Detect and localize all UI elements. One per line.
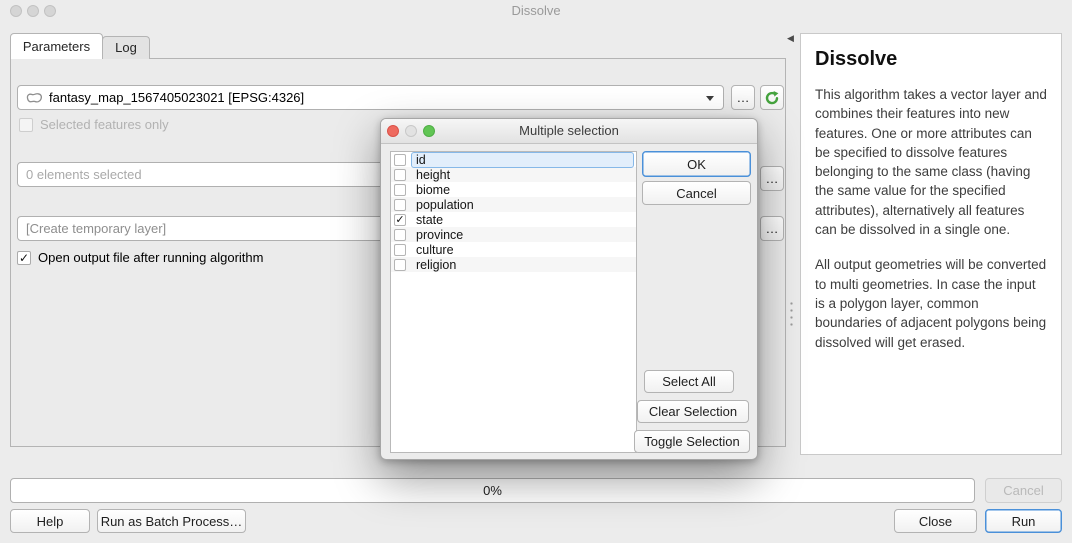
- checkbox-culture[interactable]: [394, 244, 406, 256]
- tab-parameters[interactable]: Parameters: [10, 33, 103, 59]
- input-layer-value: fantasy_map_1567405023021 [EPSG:4326]: [49, 90, 304, 105]
- selected-features-only-checkbox-row[interactable]: Selected features only: [19, 117, 169, 132]
- clear-selection-button[interactable]: Clear Selection: [637, 400, 749, 423]
- checkbox-biome[interactable]: [394, 184, 406, 196]
- list-item-culture[interactable]: culture: [391, 242, 636, 257]
- run-button[interactable]: Run: [985, 509, 1062, 533]
- checkbox-checked[interactable]: ✓: [17, 251, 31, 265]
- algorithm-help-panel: Dissolve This algorithm takes a vector l…: [800, 33, 1062, 455]
- dissolve-fields-placeholder: 0 elements selected: [26, 167, 142, 182]
- help-paragraph-2: All output geometries will be converted …: [815, 255, 1047, 351]
- dissolve-dialog-window: Dissolve Parameters Log Input layer fant…: [0, 0, 1072, 543]
- progress-value: 0%: [483, 483, 502, 498]
- list-item-label: id: [411, 152, 634, 168]
- iterate-icon: [764, 90, 780, 106]
- iterate-layer-button[interactable]: [760, 85, 784, 110]
- list-item-label: religion: [411, 257, 634, 273]
- checkbox-religion[interactable]: [394, 259, 406, 271]
- dissolve-fields-browse-button[interactable]: …: [760, 166, 784, 191]
- list-item-label: state: [411, 212, 634, 228]
- run-as-batch-button[interactable]: Run as Batch Process…: [97, 509, 246, 533]
- open-output-label: Open output file after running algorithm: [38, 250, 263, 265]
- dissolved-output-value: [Create temporary layer]: [26, 221, 166, 236]
- input-layer-combobox[interactable]: fantasy_map_1567405023021 [EPSG:4326]: [17, 85, 724, 110]
- list-item-state[interactable]: ✓ state: [391, 212, 636, 227]
- list-item-height[interactable]: height: [391, 167, 636, 182]
- list-item-label: height: [411, 167, 634, 183]
- modal-titlebar: Multiple selection: [381, 119, 757, 144]
- list-item-label: population: [411, 197, 634, 213]
- splitter-handle[interactable]: [790, 300, 793, 328]
- list-item-label: culture: [411, 242, 634, 258]
- help-title: Dissolve: [815, 48, 1047, 71]
- tab-log[interactable]: Log: [102, 36, 150, 59]
- checkbox-id[interactable]: [394, 154, 406, 166]
- field-selection-list: id height biome population ✓ state provi…: [390, 151, 637, 453]
- progress-bar: 0%: [10, 478, 975, 503]
- ok-button[interactable]: OK: [642, 151, 751, 177]
- chevron-down-icon: [706, 96, 714, 101]
- toggle-selection-button[interactable]: Toggle Selection: [634, 430, 750, 453]
- input-layer-browse-button[interactable]: …: [731, 85, 755, 110]
- selected-features-only-label: Selected features only: [40, 117, 169, 132]
- list-item-label: province: [411, 227, 634, 243]
- cancel-button: Cancel: [985, 478, 1062, 503]
- list-item-id[interactable]: id: [391, 152, 636, 167]
- dissolved-output-browse-button[interactable]: …: [760, 216, 784, 241]
- checkbox-province[interactable]: [394, 229, 406, 241]
- checkbox-unchecked[interactable]: [19, 118, 33, 132]
- list-item-province[interactable]: province: [391, 227, 636, 242]
- checkbox-height[interactable]: [394, 169, 406, 181]
- checkbox-state[interactable]: ✓: [394, 214, 406, 226]
- window-title: Dissolve: [0, 3, 1072, 18]
- list-item-biome[interactable]: biome: [391, 182, 636, 197]
- open-output-checkbox-row[interactable]: ✓ Open output file after running algorit…: [17, 250, 263, 265]
- select-all-button[interactable]: Select All: [644, 370, 734, 393]
- help-paragraph-1: This algorithm takes a vector layer and …: [815, 85, 1047, 239]
- close-button[interactable]: Close: [894, 509, 977, 533]
- list-item-label: biome: [411, 182, 634, 198]
- modal-title: Multiple selection: [381, 123, 757, 138]
- window-titlebar: Dissolve: [0, 0, 1072, 22]
- help-button[interactable]: Help: [10, 509, 90, 533]
- checkbox-population[interactable]: [394, 199, 406, 211]
- list-item-religion[interactable]: religion: [391, 257, 636, 272]
- list-item-population[interactable]: population: [391, 197, 636, 212]
- collapse-help-panel-icon[interactable]: ◀: [787, 33, 794, 44]
- multiple-selection-dialog: Multiple selection id height biome popul…: [380, 118, 758, 460]
- modal-cancel-button[interactable]: Cancel: [642, 181, 751, 205]
- polygon-layer-icon: [26, 92, 43, 104]
